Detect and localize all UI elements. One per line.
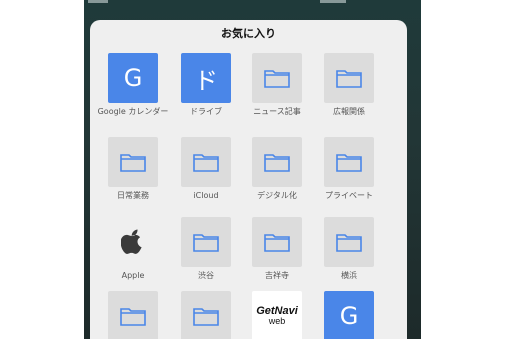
folder-icon-tile xyxy=(181,137,231,187)
favorite-icon-tile: ド xyxy=(181,53,231,103)
favorite-item[interactable]: 日常業務 xyxy=(97,137,169,201)
favorite-item[interactable]: 新宿 xyxy=(170,291,242,339)
folder-icon-tile xyxy=(181,217,231,267)
favorite-item[interactable]: ドドライブ xyxy=(170,53,242,117)
folder-icon xyxy=(264,154,290,172)
favorite-icon-tile: G xyxy=(108,53,158,103)
apple-icon-tile xyxy=(108,217,158,267)
getnavi-logo-icon: GetNavi web xyxy=(252,291,302,339)
getnavi-logo-text: GetNavi web xyxy=(256,305,298,327)
favorite-label: iCloud xyxy=(193,191,219,200)
favorite-label: 横浜 xyxy=(341,271,357,280)
folder-icon-tile xyxy=(181,291,231,339)
folder-icon-tile xyxy=(108,291,158,339)
favorite-label: 吉祥寺 xyxy=(265,271,289,280)
folder-icon-tile xyxy=(108,137,158,187)
favorite-item[interactable]: G Google カレンダー xyxy=(97,53,169,117)
folder-icon-tile xyxy=(324,137,374,187)
folder-icon-tile xyxy=(324,53,374,103)
folder-icon xyxy=(120,154,146,172)
favorite-label: Google カレンダー xyxy=(97,107,169,116)
favicon-letter: G xyxy=(339,302,359,330)
folder-icon xyxy=(193,154,219,172)
folder-icon xyxy=(193,308,219,326)
folder-icon xyxy=(193,234,219,252)
folder-icon xyxy=(336,154,362,172)
favorite-item[interactable]: 自由が丘 xyxy=(97,291,169,339)
apple-logo-icon xyxy=(121,229,142,254)
favorite-label: デジタル化 xyxy=(257,191,297,200)
favorite-item[interactable]: GetNaviwebGetNavi web xyxy=(241,291,313,339)
favorite-label: 渋谷 xyxy=(198,271,214,280)
folder-icon xyxy=(264,70,290,88)
folder-icon-tile xyxy=(324,217,374,267)
favorite-label: 広報関係 xyxy=(333,107,365,116)
favorite-label: プライベート xyxy=(325,191,373,200)
folder-icon-tile xyxy=(252,217,302,267)
favorite-label: 日常業務 xyxy=(117,191,149,200)
favorite-item[interactable]: 広報関係 xyxy=(313,53,385,117)
favorite-label: Apple xyxy=(121,271,145,280)
favorite-item[interactable]: Apple xyxy=(97,217,169,281)
favorite-item[interactable]: プライベート xyxy=(313,137,385,201)
folder-icon xyxy=(336,234,362,252)
favorites-grid: G Google カレンダードドライブ ニュース記事 広報関係 日常業務 iCloud デジ… xyxy=(90,20,407,339)
status-bar-indicators xyxy=(320,0,346,3)
favorite-item[interactable]: GGoogle トレンド xyxy=(313,291,385,339)
folder-icon xyxy=(336,70,362,88)
favorite-label: ニュース記事 xyxy=(253,107,301,116)
folder-icon xyxy=(120,308,146,326)
favicon-letter: G xyxy=(123,64,143,92)
status-bar-time xyxy=(88,0,108,3)
folder-icon-tile xyxy=(252,137,302,187)
folder-icon-tile xyxy=(252,53,302,103)
favorite-label: ドライブ xyxy=(190,107,222,116)
favorite-item[interactable]: iCloud xyxy=(170,137,242,201)
favorites-panel: お気に入り G Google カレンダードドライブ ニュース記事 広報関係 日常業務 iC… xyxy=(90,20,407,339)
favorite-item[interactable]: 横浜 xyxy=(313,217,385,281)
favorite-item[interactable]: デジタル化 xyxy=(241,137,313,201)
favorite-item[interactable]: ニュース記事 xyxy=(241,53,313,117)
favorite-item[interactable]: 渋谷 xyxy=(170,217,242,281)
favorite-icon-tile: G xyxy=(324,291,374,339)
favicon-letter: ド xyxy=(194,66,218,95)
folder-icon xyxy=(264,234,290,252)
favorite-item[interactable]: 吉祥寺 xyxy=(241,217,313,281)
